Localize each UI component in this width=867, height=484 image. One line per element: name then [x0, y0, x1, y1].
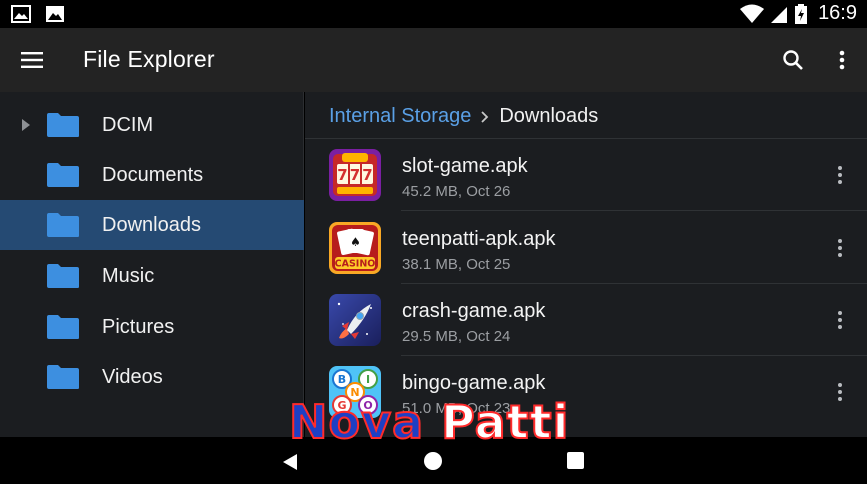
- file-meta: 38.1 MB, Oct 25: [402, 256, 511, 273]
- watermark-logo: Nova Patti: [288, 398, 569, 446]
- svg-text:7: 7: [337, 166, 347, 184]
- file-row-crash-game[interactable]: crash-game.apk 29.5 MB, Oct 24: [305, 284, 867, 356]
- sidebar-item-downloads[interactable]: Downloads: [0, 200, 304, 250]
- sidebar-item-dcim[interactable]: DCIM: [0, 100, 304, 150]
- home-icon[interactable]: [424, 452, 442, 470]
- app-bar: File Explorer: [0, 28, 867, 92]
- file-meta: 45.2 MB, Oct 26: [402, 183, 511, 200]
- file-options-button[interactable]: [825, 232, 855, 264]
- image-notification-icon: [11, 5, 31, 23]
- breadcrumb-current: Downloads: [499, 105, 599, 127]
- sidebar-item-label: Pictures: [102, 315, 175, 338]
- watermark-word-1: Nova: [288, 395, 425, 449]
- battery-icon: [795, 3, 808, 24]
- more-vert-icon: [838, 239, 842, 257]
- sidebar-item-label: Documents: [102, 163, 204, 186]
- file-row-slot-game[interactable]: 7 7 7 slot-game.apk 45.2 MB, Oct 26: [305, 139, 867, 211]
- signal-icon: [771, 6, 788, 23]
- file-name: crash-game.apk: [402, 300, 546, 322]
- folder-icon: [47, 264, 79, 288]
- folder-sidebar: DCIM Documents Downloads Music Pictures …: [0, 92, 304, 437]
- wifi-icon: [740, 4, 765, 23]
- status-time: 16:9: [818, 2, 857, 24]
- overflow-menu-button[interactable]: [822, 40, 862, 80]
- menu-button[interactable]: [12, 40, 52, 80]
- sidebar-item-music[interactable]: Music: [0, 251, 304, 301]
- sidebar-item-documents[interactable]: Documents: [0, 150, 304, 200]
- sidebar-item-label: Videos: [102, 365, 163, 388]
- status-bar: 16:9: [0, 0, 867, 28]
- more-vert-icon: [838, 383, 842, 401]
- expand-arrow-icon[interactable]: [20, 117, 32, 133]
- file-name: teenpatti-apk.apk: [402, 228, 556, 250]
- sidebar-item-videos[interactable]: Videos: [0, 352, 304, 402]
- sidebar-item-pictures[interactable]: Pictures: [0, 302, 304, 352]
- file-list-panel: Internal Storage Downloads 7 7 7 slot-ga…: [305, 92, 867, 437]
- divider: [401, 210, 867, 211]
- photo-notification-icon: [46, 6, 64, 22]
- svg-text:♠: ♠: [350, 235, 361, 249]
- back-icon[interactable]: [280, 452, 300, 472]
- file-meta: 29.5 MB, Oct 24: [402, 328, 511, 345]
- file-options-button[interactable]: [825, 304, 855, 336]
- folder-icon: [47, 213, 79, 237]
- casino-icon-text: CASINO: [335, 259, 376, 270]
- file-name: bingo-game.apk: [402, 372, 546, 394]
- casino-cards-icon: ♠ CASINO: [329, 222, 381, 274]
- breadcrumb-root-link[interactable]: Internal Storage: [329, 105, 471, 128]
- breadcrumb: Internal Storage Downloads: [329, 105, 598, 128]
- sidebar-item-label: Downloads: [102, 213, 201, 236]
- more-vert-icon: [838, 166, 842, 184]
- search-button[interactable]: [773, 40, 813, 80]
- svg-text:7: 7: [362, 166, 372, 184]
- file-name: slot-game.apk: [402, 155, 528, 177]
- folder-icon: [47, 113, 79, 137]
- more-vert-icon: [838, 311, 842, 329]
- folder-icon: [47, 315, 79, 339]
- rocket-icon: [329, 294, 381, 346]
- recents-icon[interactable]: [567, 452, 584, 469]
- sidebar-item-label: DCIM: [102, 113, 154, 136]
- bingo-letter: B: [338, 373, 346, 386]
- file-options-button[interactable]: [825, 376, 855, 408]
- chevron-right-icon: [481, 110, 489, 123]
- folder-icon: [47, 163, 79, 187]
- watermark-word-2: Patti: [440, 395, 570, 449]
- sidebar-item-label: Music: [102, 264, 155, 287]
- folder-icon: [47, 365, 79, 389]
- app-title: File Explorer: [83, 46, 215, 72]
- file-options-button[interactable]: [825, 159, 855, 191]
- file-row-teenpatti[interactable]: ♠ CASINO teenpatti-apk.apk 38.1 MB, Oct …: [305, 212, 867, 284]
- more-vert-icon: [839, 50, 845, 70]
- menu-icon: [21, 52, 43, 68]
- search-icon: [783, 50, 803, 70]
- svg-text:7: 7: [350, 166, 360, 184]
- bingo-letter: I: [366, 373, 370, 386]
- slot-machine-icon: 7 7 7: [329, 149, 381, 201]
